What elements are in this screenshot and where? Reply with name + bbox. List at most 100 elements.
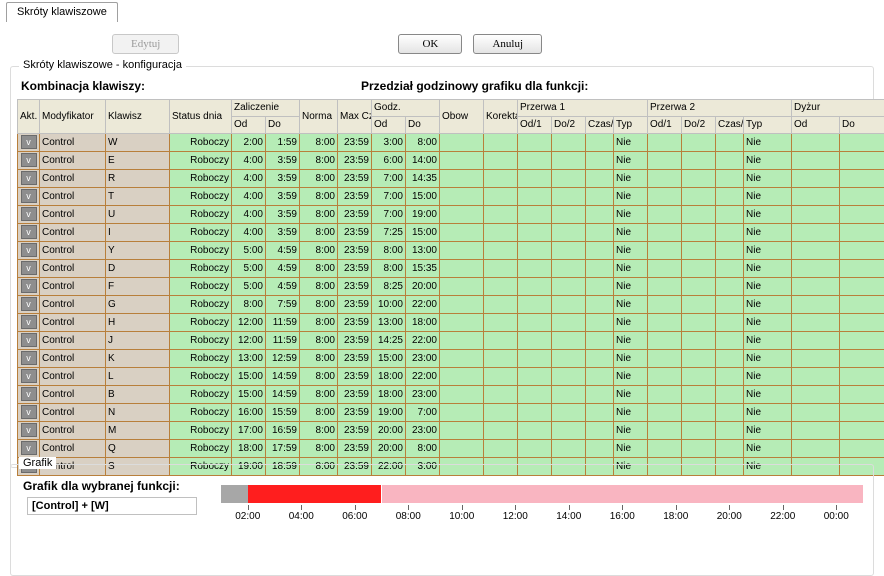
cell-p2-od[interactable] [648,278,682,296]
cell-zal-od[interactable]: 15:00 [232,386,266,404]
cell-key[interactable]: K [106,350,170,368]
cell-p1-typ[interactable]: Nie [614,260,648,278]
cell-p1-do[interactable] [552,314,586,332]
active-toggle[interactable]: v [21,387,37,401]
cell-dy-od[interactable] [792,188,840,206]
cell-active[interactable]: v [18,224,40,242]
cell-godz-od[interactable]: 7:00 [372,188,406,206]
cell-p2-typ[interactable]: Nie [744,422,792,440]
table-row[interactable]: vControlRRoboczy4:003:598:0023:597:0014:… [18,170,884,188]
cell-status[interactable]: Roboczy [170,368,232,386]
cell-dy-do[interactable] [840,404,884,422]
cell-korekta[interactable] [484,170,518,188]
cell-godz-od[interactable]: 19:00 [372,404,406,422]
cell-p1-czas[interactable] [586,386,614,404]
cell-norma[interactable]: 8:00 [300,296,338,314]
col-godz-od[interactable]: Od [372,117,406,134]
cell-p2-do[interactable] [682,422,716,440]
cell-p2-czas[interactable] [716,350,744,368]
cell-godz-od[interactable]: 8:00 [372,260,406,278]
cell-dy-od[interactable] [792,152,840,170]
tab-shortcuts[interactable]: Skróty klawiszowe [6,2,118,22]
cell-godz-do[interactable]: 20:00 [406,278,440,296]
col-godz-do[interactable]: Do [406,117,440,134]
cell-p1-typ[interactable]: Nie [614,242,648,260]
cell-godz-od[interactable]: 14:25 [372,332,406,350]
cell-obow[interactable] [440,404,484,422]
table-row[interactable]: vControlBRoboczy15:0014:598:0023:5918:00… [18,386,884,404]
cell-dy-do[interactable] [840,242,884,260]
col-zal[interactable]: Zaliczenie [232,100,300,117]
cell-key[interactable]: B [106,386,170,404]
cell-active[interactable]: v [18,422,40,440]
cell-p1-czas[interactable] [586,350,614,368]
cell-norma[interactable]: 8:00 [300,170,338,188]
cell-p2-czas[interactable] [716,386,744,404]
cell-active[interactable]: v [18,404,40,422]
cell-p2-od[interactable] [648,152,682,170]
cell-godz-do[interactable]: 8:00 [406,134,440,152]
cell-dy-do[interactable] [840,314,884,332]
cell-max[interactable]: 23:59 [338,260,372,278]
cell-zal-do[interactable]: 4:59 [266,278,300,296]
cell-max[interactable]: 23:59 [338,386,372,404]
cell-key[interactable]: U [106,206,170,224]
cell-p2-do[interactable] [682,170,716,188]
cell-p1-od[interactable] [518,332,552,350]
cell-p1-czas[interactable] [586,404,614,422]
cell-key[interactable]: I [106,224,170,242]
cell-obow[interactable] [440,314,484,332]
cell-dy-do[interactable] [840,368,884,386]
cell-p1-czas[interactable] [586,296,614,314]
cell-zal-od[interactable]: 13:00 [232,350,266,368]
cell-obow[interactable] [440,242,484,260]
cell-norma[interactable]: 8:00 [300,242,338,260]
cell-godz-do[interactable]: 18:00 [406,314,440,332]
col-p1b[interactable]: Do/2 [552,117,586,134]
cell-p2-do[interactable] [682,350,716,368]
cell-p1-do[interactable] [552,440,586,458]
table-row[interactable]: vControlGRoboczy8:007:598:0023:5910:0022… [18,296,884,314]
cell-p1-czas[interactable] [586,224,614,242]
cell-p1-typ[interactable]: Nie [614,386,648,404]
cell-korekta[interactable] [484,422,518,440]
cell-max[interactable]: 23:59 [338,440,372,458]
cell-p1-od[interactable] [518,224,552,242]
cell-p1-typ[interactable]: Nie [614,296,648,314]
cell-p2-od[interactable] [648,368,682,386]
cell-zal-od[interactable]: 2:00 [232,134,266,152]
active-toggle[interactable]: v [21,441,37,455]
cell-korekta[interactable] [484,278,518,296]
col-p1a[interactable]: Od/1 [518,117,552,134]
cell-active[interactable]: v [18,314,40,332]
cell-norma[interactable]: 8:00 [300,224,338,242]
cell-key[interactable]: L [106,368,170,386]
cell-dy-od[interactable] [792,278,840,296]
cell-korekta[interactable] [484,206,518,224]
cell-p1-do[interactable] [552,242,586,260]
cell-modifier[interactable]: Control [40,278,106,296]
cell-p1-czas[interactable] [586,188,614,206]
cell-status[interactable]: Roboczy [170,152,232,170]
cell-max[interactable]: 23:59 [338,170,372,188]
cell-p2-od[interactable] [648,242,682,260]
cell-godz-do[interactable]: 14:00 [406,152,440,170]
table-row[interactable]: vControlJRoboczy12:0011:598:0023:5914:25… [18,332,884,350]
cell-modifier[interactable]: Control [40,242,106,260]
cell-norma[interactable]: 8:00 [300,350,338,368]
col-zal-do[interactable]: Do [266,117,300,134]
cell-max[interactable]: 23:59 [338,350,372,368]
cell-status[interactable]: Roboczy [170,386,232,404]
cell-godz-od[interactable]: 6:00 [372,152,406,170]
cell-p2-typ[interactable]: Nie [744,350,792,368]
cell-p1-do[interactable] [552,134,586,152]
active-toggle[interactable]: v [21,405,37,419]
cell-korekta[interactable] [484,368,518,386]
cell-p1-czas[interactable] [586,170,614,188]
cell-dy-do[interactable] [840,278,884,296]
cell-godz-od[interactable]: 7:25 [372,224,406,242]
table-row[interactable]: vControlHRoboczy12:0011:598:0023:5913:00… [18,314,884,332]
cell-p2-typ[interactable]: Nie [744,296,792,314]
cell-p2-od[interactable] [648,386,682,404]
cell-godz-od[interactable]: 10:00 [372,296,406,314]
